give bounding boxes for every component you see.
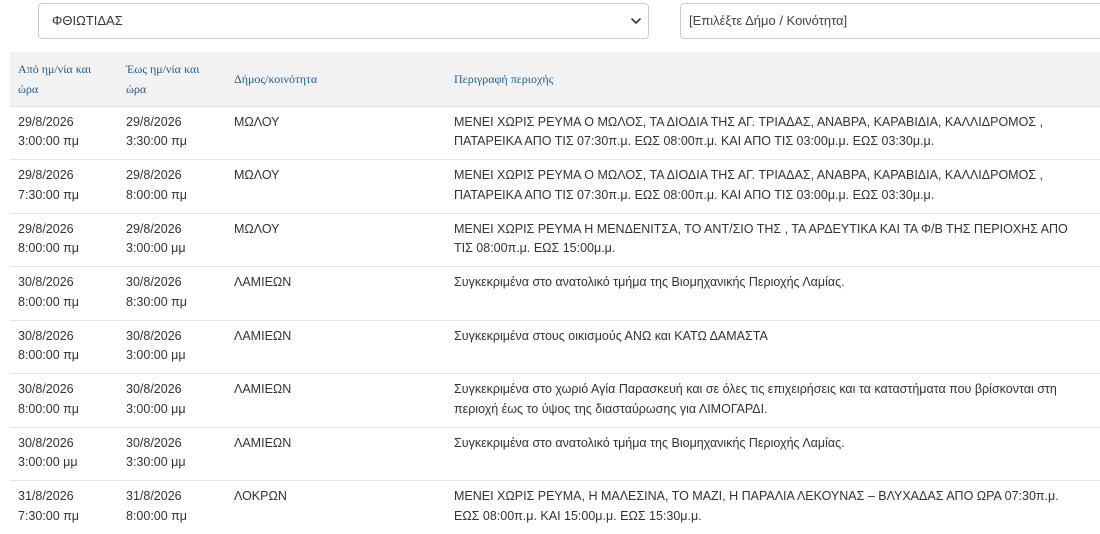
from-date: 29/8/2026 [18,222,74,236]
from-date: 29/8/2026 [18,168,74,182]
from-time: 8:00:00 πμ [18,295,79,309]
cell-from: 29/8/2026 3:00:00 πμ [10,106,118,160]
cell-from: 30/8/2026 8:00:00 πμ [10,267,118,321]
from-date: 30/8/2026 [18,275,74,289]
to-date: 31/8/2026 [126,489,182,503]
cell-description: Συγκεκριμένα στο ανατολικό τμήμα της Βιο… [446,267,1100,321]
cell-description: ΜΕΝΕΙ ΧΩΡΙΣ ΡΕΥΜΑ Η ΜΕΝΔΕΝΙΤΣΑ, ΤΟ ΑΝΤ/Σ… [446,213,1100,267]
from-date: 30/8/2026 [18,436,74,450]
filter-bar: ΦΘΙΩΤΙΔΑΣ [Επιλέξτε Δήμο / Κοινότητα] [0,0,1100,52]
cell-to: 31/8/2026 8:00:00 πμ [118,481,226,534]
to-time: 3:00:00 μμ [126,348,186,362]
cell-municipality: ΜΩΛΟΥ [226,106,446,160]
cell-to: 30/8/2026 3:30:00 μμ [118,427,226,481]
header-from: Από ημ/νία και ώρα [10,52,118,106]
table-row: 30/8/20268:00:00 πμ 30/8/20268:30:00 πμ … [10,267,1100,321]
from-date: 30/8/2026 [18,382,74,396]
cell-description: Συγκεκριμένα στο ανατολικό τμήμα της Βιο… [446,427,1100,481]
cell-description: ΜΕΝΕΙ ΧΩΡΙΣ ΡΕΥΜΑ, Η ΜΑΛΕΣΙΝΑ, ΤΟ ΜΑΖΙ, … [446,481,1100,534]
cell-from: 31/8/2026 7:30:00 πμ [10,481,118,534]
from-time: 3:00:00 πμ [18,134,79,148]
cell-from: 30/8/2026 3:00:00 μμ [10,427,118,481]
cell-from: 29/8/2026 7:30:00 πμ [10,160,118,214]
from-time: 8:00:00 πμ [18,241,79,255]
to-time: 8:00:00 πμ [126,509,187,523]
to-time: 3:00:00 μμ [126,241,186,255]
from-time: 7:30:00 πμ [18,188,79,202]
table-row: 30/8/20263:00:00 μμ 30/8/20263:30:00 μμ … [10,427,1100,481]
from-time: 7:30:00 πμ [18,509,79,523]
table-row: 30/8/20268:00:00 πμ 30/8/20263:00:00 μμ … [10,320,1100,374]
from-time: 3:00:00 μμ [18,455,78,469]
table-row: 30/8/20268:00:00 πμ 30/8/20263:00:00 μμ … [10,374,1100,428]
from-date: 30/8/2026 [18,329,74,343]
cell-municipality: ΛΑΜΙΕΩΝ [226,374,446,428]
table-row: 29/8/20268:00:00 πμ 29/8/20263:00:00 μμ … [10,213,1100,267]
cell-municipality: ΛΑΜΙΕΩΝ [226,427,446,481]
to-date: 30/8/2026 [126,275,182,289]
to-time: 8:00:00 πμ [126,188,187,202]
prefecture-select-value: ΦΘΙΩΤΙΔΑΣ [52,13,123,28]
header-description: Περιγραφή περιοχής [446,52,1100,106]
cell-to: 30/8/2026 3:00:00 μμ [118,320,226,374]
to-date: 29/8/2026 [126,115,182,129]
table-row: 29/8/20267:30:00 πμ 29/8/20268:00:00 πμ … [10,160,1100,214]
municipality-select-placeholder: [Επιλέξτε Δήμο / Κοινότητα] [689,13,847,28]
to-time: 3:30:00 πμ [126,134,187,148]
from-time: 8:00:00 πμ [18,348,79,362]
cell-from: 30/8/2026 8:00:00 πμ [10,374,118,428]
to-time: 3:00:00 μμ [126,402,186,416]
outages-table: Από ημ/νία και ώρα Έως ημ/νία και ώρα Δή… [10,52,1100,534]
table-header-row: Από ημ/νία και ώρα Έως ημ/νία και ώρα Δή… [10,52,1100,106]
to-date: 30/8/2026 [126,436,182,450]
cell-municipality: ΛΑΜΙΕΩΝ [226,320,446,374]
cell-to: 29/8/2026 8:00:00 πμ [118,160,226,214]
cell-to: 29/8/2026 3:30:00 πμ [118,106,226,160]
table-row: 29/8/20263:00:00 πμ 29/8/20263:30:00 πμ … [10,106,1100,160]
to-date: 29/8/2026 [126,222,182,236]
to-date: 30/8/2026 [126,382,182,396]
cell-municipality: ΜΩΛΟΥ [226,160,446,214]
cell-from: 30/8/2026 8:00:00 πμ [10,320,118,374]
cell-to: 29/8/2026 3:00:00 μμ [118,213,226,267]
cell-from: 29/8/2026 8:00:00 πμ [10,213,118,267]
from-date: 29/8/2026 [18,115,74,129]
cell-description: Συγκεκριμένα στο χωριό Αγία Παρασκευή κα… [446,374,1100,428]
chevron-down-icon [630,15,642,27]
prefecture-select[interactable]: ΦΘΙΩΤΙΔΑΣ [38,3,649,39]
from-date: 31/8/2026 [18,489,74,503]
from-time: 8:00:00 πμ [18,402,79,416]
header-to: Έως ημ/νία και ώρα [118,52,226,106]
to-time: 8:30:00 πμ [126,295,187,309]
table-row: 31/8/20267:30:00 πμ 31/8/20268:00:00 πμ … [10,481,1100,534]
cell-municipality: ΜΩΛΟΥ [226,213,446,267]
to-time: 3:30:00 μμ [126,455,186,469]
cell-description: ΜΕΝΕΙ ΧΩΡΙΣ ΡΕΥΜΑ Ο ΜΩΛΟΣ, ΤΑ ΔΙΟΔΙΑ ΤΗΣ… [446,160,1100,214]
cell-to: 30/8/2026 3:00:00 μμ [118,374,226,428]
cell-municipality: ΛΑΜΙΕΩΝ [226,267,446,321]
cell-description: ΜΕΝΕΙ ΧΩΡΙΣ ΡΕΥΜΑ Ο ΜΩΛΟΣ, ΤΑ ΔΙΟΔΙΑ ΤΗΣ… [446,106,1100,160]
municipality-select[interactable]: [Επιλέξτε Δήμο / Κοινότητα] [680,3,1100,39]
cell-municipality: ΛΟΚΡΩΝ [226,481,446,534]
cell-description: Συγκεκριμένα στους οικισμούς ΑΝΩ και ΚΑΤ… [446,320,1100,374]
header-municipality: Δήμος/κοινότητα [226,52,446,106]
to-date: 29/8/2026 [126,168,182,182]
cell-to: 30/8/2026 8:30:00 πμ [118,267,226,321]
to-date: 30/8/2026 [126,329,182,343]
